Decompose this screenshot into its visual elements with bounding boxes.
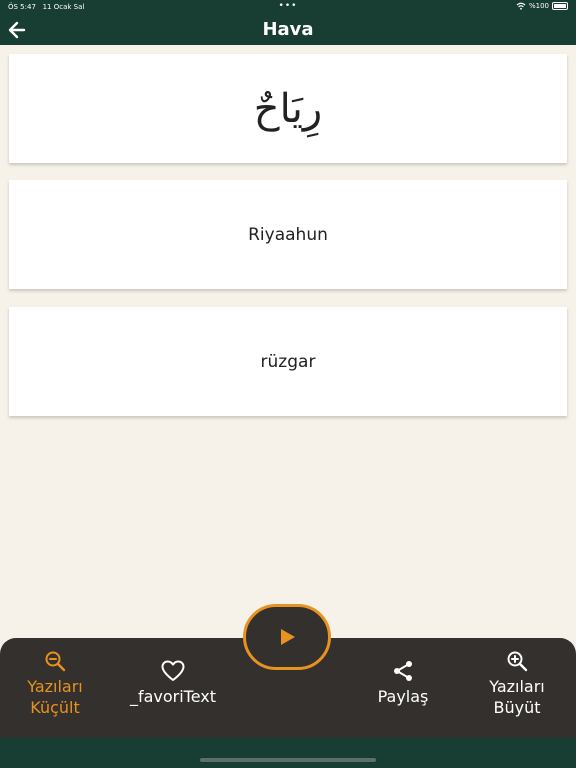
- share-icon: [394, 661, 412, 681]
- status-time: ÖS 5:47: [8, 3, 36, 11]
- share-label: Paylaş: [377, 687, 429, 706]
- battery-icon: [552, 2, 568, 10]
- favorite-button[interactable]: _favoriText: [118, 660, 228, 707]
- bottom-strip: [0, 738, 576, 768]
- play-icon: [281, 629, 295, 645]
- meaning-text: rüzgar: [260, 351, 316, 372]
- status-right: %100: [516, 2, 568, 10]
- shrink-label-line1: Yazıları: [27, 677, 83, 696]
- grow-text-button[interactable]: Yazıları Büyüt: [474, 650, 560, 718]
- play-button[interactable]: [243, 604, 331, 670]
- transliteration-card: Riyaahun: [9, 180, 567, 289]
- share-button[interactable]: Paylaş: [360, 660, 446, 707]
- zoom-in-icon: [507, 651, 528, 672]
- battery-percent: %100: [528, 2, 549, 10]
- grow-label-line1: Yazıları: [489, 677, 545, 696]
- arabic-word-card: رِيَاحٌ: [9, 54, 567, 163]
- shrink-label-line2: Küçült: [30, 698, 80, 717]
- zoom-out-icon: [45, 651, 66, 672]
- home-indicator: [200, 758, 376, 762]
- multitask-dots[interactable]: •••: [279, 1, 298, 11]
- shrink-text-button[interactable]: Yazıları Küçült: [12, 650, 98, 718]
- status-bar: ÖS 5:47 11 Ocak Sal ••• %100: [0, 0, 576, 14]
- meaning-card: rüzgar: [9, 307, 567, 416]
- arabic-word: رِيَاحٌ: [253, 85, 323, 132]
- status-date: 11 Ocak Sal: [42, 3, 85, 11]
- grow-label-line2: Büyüt: [493, 698, 541, 717]
- page-title: Hava: [262, 19, 314, 40]
- status-time-date: ÖS 5:47 11 Ocak Sal: [8, 3, 84, 11]
- transliteration-text: Riyaahun: [248, 224, 328, 245]
- wifi-icon: [516, 2, 526, 10]
- app-bar: Hava: [0, 14, 576, 45]
- favorite-label: _favoriText: [129, 687, 217, 706]
- heart-icon: [161, 660, 185, 681]
